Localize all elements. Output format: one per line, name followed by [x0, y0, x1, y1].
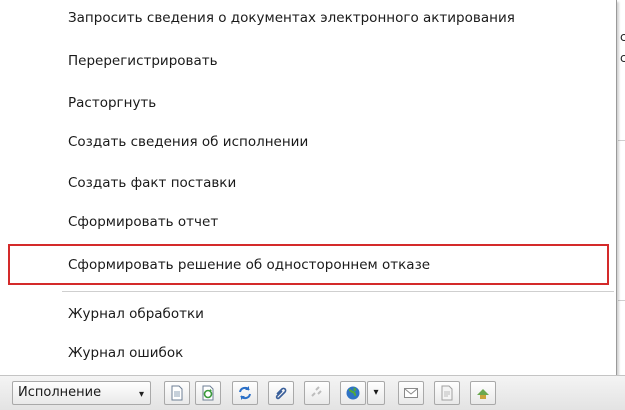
menu-item-create-delivery-fact[interactable]: Создать факт поставки [12, 166, 616, 200]
page-icon[interactable] [434, 381, 460, 405]
document-icon[interactable] [164, 381, 190, 405]
refresh-icon[interactable] [232, 381, 258, 405]
background-panel-right: с с [618, 0, 625, 375]
execution-dropdown-label: Исполнение [18, 385, 102, 400]
globe-icon[interactable] [340, 381, 366, 405]
link-icon[interactable] [304, 381, 330, 405]
bottom-toolbar: Исполнение ▾ ▾ [0, 375, 625, 410]
menu-item-reregister[interactable]: Перерегистрировать [12, 44, 616, 78]
chevron-down-icon: ▾ [373, 387, 379, 398]
menu-item-terminate[interactable]: Расторгнуть [12, 86, 616, 120]
background-divider [618, 140, 625, 141]
export-icon[interactable] [470, 381, 496, 405]
background-text-fragment: с [620, 51, 625, 65]
menu-item-error-log[interactable]: Журнал ошибок [12, 336, 616, 370]
email-icon[interactable] [398, 381, 424, 405]
highlight-frame [8, 244, 609, 285]
execution-dropdown-button[interactable]: Исполнение ▾ [12, 381, 151, 405]
globe-dropdown-caret[interactable]: ▾ [367, 381, 385, 405]
menu-item-generate-report[interactable]: Сформировать отчет [12, 205, 616, 239]
menu-item-create-execution-info[interactable]: Создать сведения об исполнении [12, 125, 616, 159]
menu-separator [62, 291, 614, 292]
background-text-fragment: с [620, 30, 625, 44]
background-divider [618, 300, 625, 301]
document-refresh-icon[interactable] [195, 381, 221, 405]
menu-item-request-e-acts[interactable]: Запросить сведения о документах электрон… [12, 1, 616, 35]
chevron-down-icon: ▾ [138, 389, 144, 400]
menu-item-processing-log[interactable]: Журнал обработки [12, 297, 616, 331]
paperclip-icon[interactable] [268, 381, 294, 405]
execution-dropdown-menu: Запросить сведения о документах электрон… [12, 0, 617, 376]
